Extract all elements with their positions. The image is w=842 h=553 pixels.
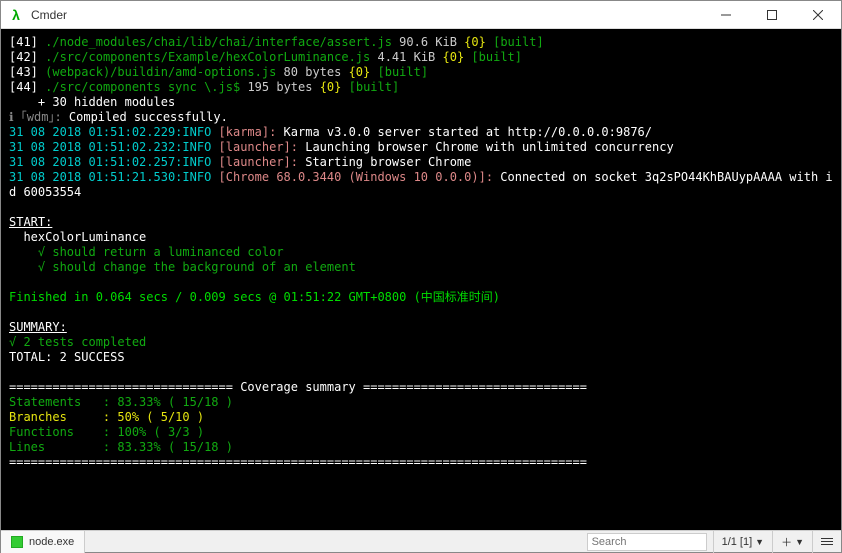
console-icon bbox=[11, 536, 23, 548]
console-count[interactable]: 1/1 [1] ▼ bbox=[713, 531, 773, 553]
console-tab[interactable]: node.exe bbox=[1, 531, 85, 553]
search-input[interactable] bbox=[587, 533, 707, 551]
cmder-window: λ Cmder [41] ./node_modules/chai/lib/cha… bbox=[0, 0, 842, 553]
hamburger-icon bbox=[821, 538, 833, 545]
maximize-button[interactable] bbox=[749, 1, 795, 29]
titlebar: λ Cmder bbox=[1, 1, 841, 29]
statusbar: node.exe 1/1 [1] ▼ ＋ ▼ bbox=[1, 530, 841, 552]
minimize-button[interactable] bbox=[703, 1, 749, 29]
close-button[interactable] bbox=[795, 1, 841, 29]
chevron-down-icon: ▼ bbox=[795, 537, 804, 547]
window-title: Cmder bbox=[31, 8, 703, 22]
window-controls bbox=[703, 1, 841, 29]
tab-label: node.exe bbox=[29, 536, 74, 548]
menu-button[interactable] bbox=[812, 531, 841, 553]
plus-icon: ＋ bbox=[781, 534, 792, 550]
app-icon: λ bbox=[7, 6, 25, 24]
add-console-button[interactable]: ＋ ▼ bbox=[772, 531, 812, 553]
chevron-down-icon: ▼ bbox=[755, 537, 764, 547]
terminal-output[interactable]: [41] ./node_modules/chai/lib/chai/interf… bbox=[1, 29, 841, 530]
